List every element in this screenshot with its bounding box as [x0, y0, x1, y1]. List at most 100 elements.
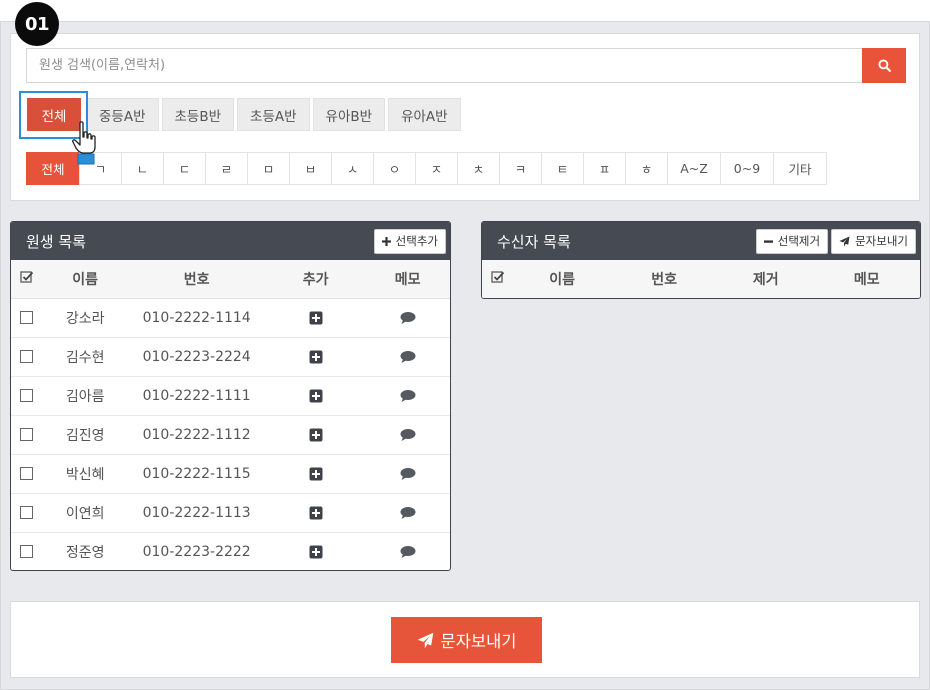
class-filter-kinder-a[interactable]: 유아A반	[388, 98, 461, 131]
send-message-button[interactable]: 문자보내기	[391, 617, 542, 663]
recipient-list-header: 수신자 목록 선택제거 문자보내기	[482, 222, 920, 260]
consonant-filter-rieul[interactable]: ㄹ	[205, 152, 248, 185]
class-filter-elementary-b[interactable]: 초등B반	[161, 98, 235, 131]
consonant-filter-alpha[interactable]: A~Z	[667, 152, 721, 185]
consonant-filter-digeut[interactable]: ㄷ	[163, 152, 206, 185]
student-name: 정준영	[65, 544, 105, 561]
student-row: 김수현 010-2223-2224	[11, 337, 450, 377]
row-checkbox[interactable]	[11, 532, 43, 570]
row-checkbox[interactable]	[11, 454, 43, 494]
plus-square-icon	[309, 428, 323, 441]
student-number: 010-2222-1111	[127, 376, 266, 416]
student-number: 010-2222-1114	[127, 298, 266, 338]
memo-button[interactable]	[400, 505, 416, 521]
memo-button[interactable]	[400, 349, 416, 365]
student-list-panel: 원생 목록 선택추가 이름 번호 추가 메모 강소라 010-2222-1114 김…	[10, 221, 451, 571]
consonant-filter-etc[interactable]: 기타	[773, 152, 827, 185]
consonant-filter-mieum[interactable]: ㅁ	[247, 152, 290, 185]
remove-selected-button[interactable]: 선택제거	[755, 228, 829, 254]
plus-square-icon	[309, 467, 323, 480]
add-recipient-button[interactable]	[308, 310, 324, 326]
plus-icon	[381, 236, 391, 246]
consonant-filter-siot[interactable]: ㅅ	[331, 152, 374, 185]
filter-panel: 전체 중등A반 초등B반 초등A반 유아B반 유아A반 전체 ㄱ ㄴ ㄷ ㄹ ㅁ…	[10, 33, 920, 201]
student-number: 010-2222-1115	[127, 454, 266, 494]
class-filter-elementary-a[interactable]: 초등A반	[237, 98, 310, 131]
class-filter-kinder-b[interactable]: 유아B반	[312, 98, 386, 131]
memo-button[interactable]	[400, 310, 416, 326]
add-selected-label: 선택추가	[395, 234, 438, 248]
student-row: 김아름 010-2222-1111	[11, 376, 450, 416]
search-bar	[26, 48, 906, 83]
row-checkbox[interactable]	[11, 298, 43, 338]
consonant-filter-chieut[interactable]: ㅊ	[457, 152, 500, 185]
student-table-header: 이름 번호 추가 메모	[11, 260, 450, 299]
memo-button[interactable]	[400, 544, 416, 560]
paper-plane-icon	[839, 235, 850, 247]
send-message-header-button[interactable]: 문자보내기	[831, 228, 916, 254]
send-panel: 문자보내기	[10, 601, 920, 678]
recipient-col-number: 번호	[610, 260, 718, 298]
send-message-header-label: 문자보내기	[855, 234, 908, 248]
student-list-header: 원생 목록 선택추가	[11, 222, 450, 260]
col-add: 추가	[265, 260, 366, 299]
comment-icon	[400, 506, 416, 519]
hand-cursor-icon	[72, 121, 96, 165]
student-number: 010-2223-2224	[127, 337, 266, 377]
memo-button[interactable]	[400, 388, 416, 404]
comment-icon	[400, 350, 416, 363]
student-row: 정준영 010-2223-2222	[11, 532, 450, 570]
row-checkbox[interactable]	[11, 493, 43, 533]
consonant-filter-tieut[interactable]: ㅌ	[541, 152, 584, 185]
student-list-title: 원생 목록	[26, 232, 86, 251]
add-recipient-button[interactable]	[308, 466, 324, 482]
add-recipient-button[interactable]	[308, 349, 324, 365]
student-name: 박신혜	[42, 454, 128, 494]
recipient-table-header: 이름 번호 제거 메모	[482, 260, 920, 298]
consonant-filter-hieut[interactable]: ㅎ	[625, 152, 668, 185]
memo-button[interactable]	[400, 427, 416, 443]
plus-square-icon	[309, 311, 323, 324]
col-number: 번호	[127, 260, 266, 299]
search-button[interactable]	[862, 48, 906, 83]
consonant-filter-bieup[interactable]: ㅂ	[289, 152, 332, 185]
add-selected-button[interactable]: 선택추가	[373, 228, 446, 254]
student-number: 010-2222-1112	[127, 415, 266, 455]
add-recipient-button[interactable]	[308, 427, 324, 443]
consonant-filter-ieung[interactable]: ㅇ	[373, 152, 416, 185]
recipient-list-title: 수신자 목록	[497, 232, 571, 251]
comment-icon	[400, 467, 416, 480]
plus-square-icon	[309, 389, 323, 402]
add-recipient-button[interactable]	[308, 388, 324, 404]
student-row: 강소라 010-2222-1114	[11, 298, 450, 338]
student-table: 이름 번호 추가 메모 강소라 010-2222-1114 김수현 010-2223-…	[11, 260, 450, 570]
memo-button[interactable]	[400, 466, 416, 482]
check-square-icon	[491, 271, 505, 283]
consonant-filter-pieup[interactable]: ㅍ	[583, 152, 626, 185]
consonant-filter-jieut[interactable]: ㅈ	[415, 152, 458, 185]
select-all-checkbox[interactable]	[11, 260, 43, 299]
student-search-input[interactable]	[26, 48, 862, 83]
add-recipient-button[interactable]	[308, 544, 324, 560]
student-number: 010-2222-1113	[127, 493, 266, 533]
paper-plane-icon	[417, 632, 433, 648]
row-checkbox[interactable]	[11, 376, 43, 416]
remove-selected-label: 선택제거	[777, 234, 821, 248]
plus-square-icon	[309, 545, 323, 559]
plus-square-icon	[309, 506, 323, 519]
comment-icon	[400, 428, 416, 441]
col-name: 이름	[42, 260, 128, 299]
consonant-filter-kieuk[interactable]: ㅋ	[499, 152, 542, 185]
student-name: 이연희	[42, 493, 128, 533]
add-recipient-button[interactable]	[308, 505, 324, 521]
consonant-filter-nieun[interactable]: ㄴ	[121, 152, 164, 185]
comment-icon	[400, 545, 416, 558]
recipient-col-remove: 제거	[717, 260, 814, 298]
student-name: 김아름	[42, 376, 128, 416]
recipient-select-all-checkbox[interactable]	[482, 260, 514, 298]
row-checkbox[interactable]	[11, 337, 43, 377]
check-square-icon	[20, 271, 34, 283]
step-badge: 01	[15, 2, 59, 46]
consonant-filter-digit[interactable]: 0~9	[720, 152, 774, 185]
row-checkbox[interactable]	[11, 415, 43, 455]
